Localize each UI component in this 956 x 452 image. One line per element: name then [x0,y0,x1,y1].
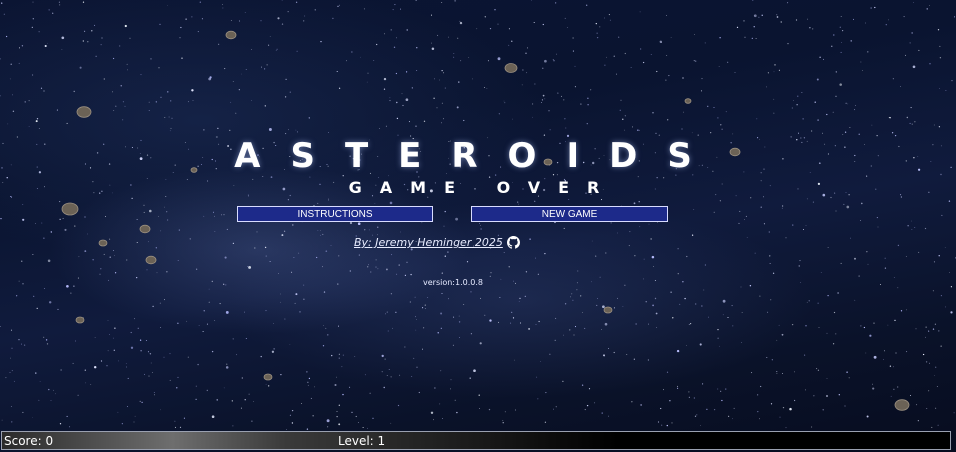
asteroid [145,255,157,265]
credit-text: By: Jeremy Heminger 2025 [354,236,503,249]
version-label: version:1.0.0.8 [423,278,483,287]
asteroid [76,106,92,118]
game-title: ASTEROIDS [234,136,722,176]
asteroid [225,30,237,40]
score-display: Score: 0 [4,434,54,448]
asteroid [684,98,692,104]
new-game-button[interactable]: NEW GAME [471,206,668,222]
github-icon [506,236,520,249]
asteroid [61,202,79,216]
game-over-label: GAME OVER [348,178,618,197]
asteroid [504,63,518,73]
asteroid [75,316,85,324]
credit-link[interactable]: By: Jeremy Heminger 2025 [354,236,520,249]
status-bar: Score: 0 Level: 1 [1,431,951,450]
instructions-button[interactable]: INSTRUCTIONS [237,206,433,222]
asteroid [263,373,273,381]
asteroid [603,306,613,314]
game-screen: ASTEROIDS GAME OVER INSTRUCTIONS NEW GAM… [0,0,956,452]
asteroid [98,239,108,247]
level-display: Level: 1 [338,434,386,448]
asteroid [894,399,910,411]
asteroid [139,224,151,234]
